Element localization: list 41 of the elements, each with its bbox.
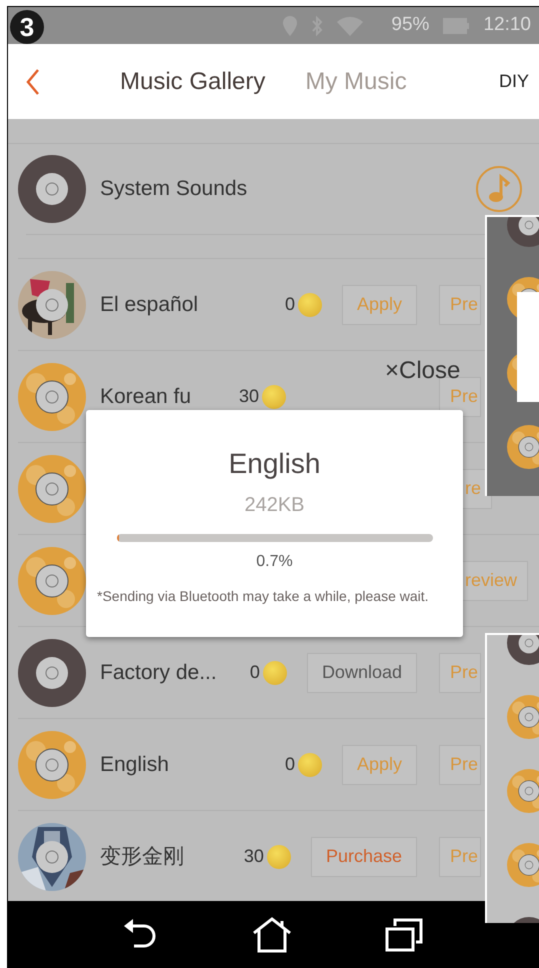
item-title: El español bbox=[100, 292, 200, 318]
dialog-note: *Sending via Bluetooth may take a while, please wait. bbox=[96, 587, 430, 606]
tab[interactable]: Music Gallery bbox=[120, 64, 266, 100]
coin-count: 0 bbox=[284, 753, 295, 776]
apply-button[interactable]: Apply bbox=[342, 744, 417, 784]
apply-button[interactable]: Apply bbox=[342, 284, 417, 324]
coin-count: 0 bbox=[250, 661, 260, 684]
disc-icon bbox=[18, 454, 86, 522]
preview-button[interactable]: Pre bbox=[439, 284, 482, 324]
preview-button[interactable]: Pre bbox=[439, 652, 482, 692]
battery-percent: 95% bbox=[391, 13, 430, 38]
clock: 12:10 bbox=[483, 13, 531, 38]
diy-tab[interactable]: DIY bbox=[499, 68, 530, 95]
coin-icon bbox=[262, 384, 286, 408]
disc-icon bbox=[18, 546, 86, 614]
coin-icon bbox=[266, 844, 291, 868]
file-size: 242KB bbox=[244, 495, 305, 515]
disc-icon bbox=[18, 362, 86, 430]
item-title: 变形金刚 bbox=[100, 844, 185, 870]
item-title: Korean fu bbox=[100, 384, 192, 410]
progress-percent: 0.7% bbox=[256, 554, 293, 570]
coin-count: 30 bbox=[238, 385, 259, 408]
preview-button[interactable]: Pre bbox=[439, 744, 482, 784]
item-title: System Sounds bbox=[100, 176, 248, 202]
coin-count: 30 bbox=[244, 845, 264, 868]
home-icon[interactable] bbox=[252, 916, 292, 952]
coin-icon bbox=[298, 752, 322, 776]
purchase-button[interactable]: Purchase bbox=[310, 836, 417, 876]
coin-count: 0 bbox=[284, 293, 295, 316]
disc-icon bbox=[18, 155, 86, 223]
preview-button[interactable]: Pre bbox=[439, 836, 482, 876]
item-title: English bbox=[100, 752, 170, 778]
disc-icon bbox=[18, 638, 86, 706]
coin-icon bbox=[298, 292, 322, 316]
disc-icon bbox=[18, 730, 86, 798]
tab[interactable]: My Music bbox=[305, 64, 407, 100]
recent-apps-icon[interactable] bbox=[384, 918, 423, 952]
item-title: Factory de... bbox=[100, 660, 218, 686]
coin-icon bbox=[262, 660, 287, 684]
dialog-title: English bbox=[228, 450, 320, 478]
download-button[interactable]: Download bbox=[306, 652, 417, 692]
